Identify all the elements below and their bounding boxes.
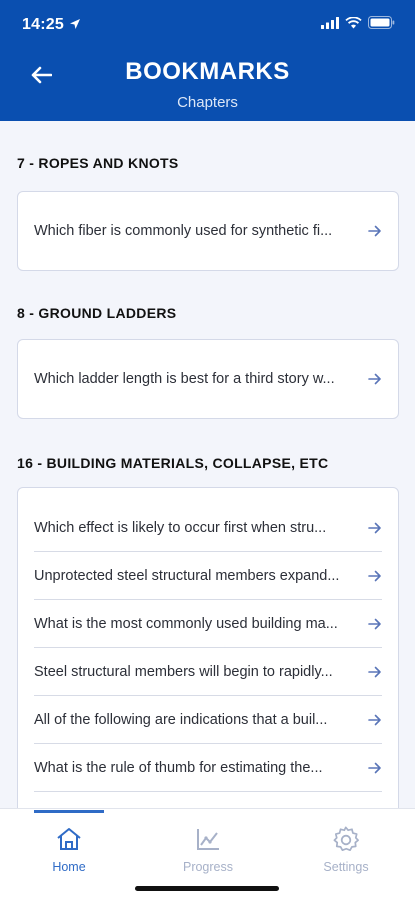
bookmarks-list[interactable]: 7 - ROPES AND KNOTS Which fiber is commo… <box>0 121 415 808</box>
progress-chart-icon <box>197 829 219 850</box>
section-title: 16 - BUILDING MATERIALS, COLLAPSE, ETC <box>17 455 329 471</box>
bookmark-question: Steel structural members will begin to r… <box>34 663 333 680</box>
status-indicators <box>321 16 395 29</box>
bookmark-question: What is the most commonly used building … <box>34 615 338 632</box>
bookmark-question: Which fiber is commonly used for synthet… <box>34 223 333 239</box>
home-indicator <box>135 886 279 891</box>
bookmark-question: What is the rule of thumb for estimating… <box>34 759 323 776</box>
bookmark-card: Which fiber is commonly used for synthet… <box>17 191 399 271</box>
bookmark-question: Which effect is likely to occur first wh… <box>34 519 327 536</box>
bookmark-row[interactable]: Which effect is likely to occur first wh… <box>34 504 382 552</box>
tab-progress[interactable]: Progress <box>163 825 253 874</box>
bookmark-row[interactable]: What is the rule of thumb for estimating… <box>34 744 382 792</box>
bookmark-question: All of the following are indications tha… <box>34 711 328 728</box>
bookmark-question: Unprotected steel structural members exp… <box>34 567 340 584</box>
arrow-right-icon <box>368 762 381 773</box>
battery-icon <box>368 16 395 29</box>
tab-settings[interactable]: Settings <box>301 825 391 874</box>
section-title: 8 - GROUND LADDERS <box>17 305 177 321</box>
page-title: BOOKMARKS <box>125 58 290 85</box>
location-arrow-icon <box>70 19 80 29</box>
bookmark-card: Which effect is likely to occur first wh… <box>17 487 399 808</box>
bookmark-row[interactable]: Which fiber is commonly used for synthet… <box>34 207 382 255</box>
bookmark-row[interactable]: Unprotected steel structural members exp… <box>34 552 382 600</box>
bookmark-row[interactable]: Steel structural members will begin to r… <box>34 648 382 696</box>
arrow-right-icon <box>368 666 381 677</box>
arrow-right-icon <box>368 570 381 581</box>
bookmark-row[interactable]: What is the most commonly used building … <box>34 600 382 648</box>
arrow-right-icon <box>368 714 381 725</box>
home-icon <box>57 828 81 850</box>
arrow-right-icon <box>368 373 381 385</box>
bookmark-card: Which ladder length is best for a third … <box>17 339 399 419</box>
tab-label: Settings <box>323 860 369 874</box>
tab-label: Progress <box>182 860 234 874</box>
status-bar: 14:25 <box>0 0 415 44</box>
tab-label: Home <box>52 860 86 874</box>
wifi-icon <box>345 16 362 28</box>
bookmark-question: Which ladder length is best for a third … <box>34 371 335 387</box>
section-title: 7 - ROPES AND KNOTS <box>17 155 179 171</box>
bookmark-row[interactable]: Which ladder length is best for a third … <box>34 355 382 403</box>
bookmark-row[interactable]: All of the following are indications tha… <box>34 696 382 744</box>
cellular-signal-icon <box>321 16 339 29</box>
page-subtitle: Chapters <box>177 94 238 111</box>
gear-icon <box>333 826 359 852</box>
arrow-right-icon <box>368 618 381 629</box>
app-header: 14:25 BOOKMARKS Chapters <box>0 0 415 121</box>
active-tab-indicator <box>34 810 104 813</box>
arrow-right-icon <box>368 225 381 237</box>
status-time: 14:25 <box>22 16 64 33</box>
arrow-right-icon <box>368 522 381 533</box>
tab-home[interactable]: Home <box>24 825 114 874</box>
